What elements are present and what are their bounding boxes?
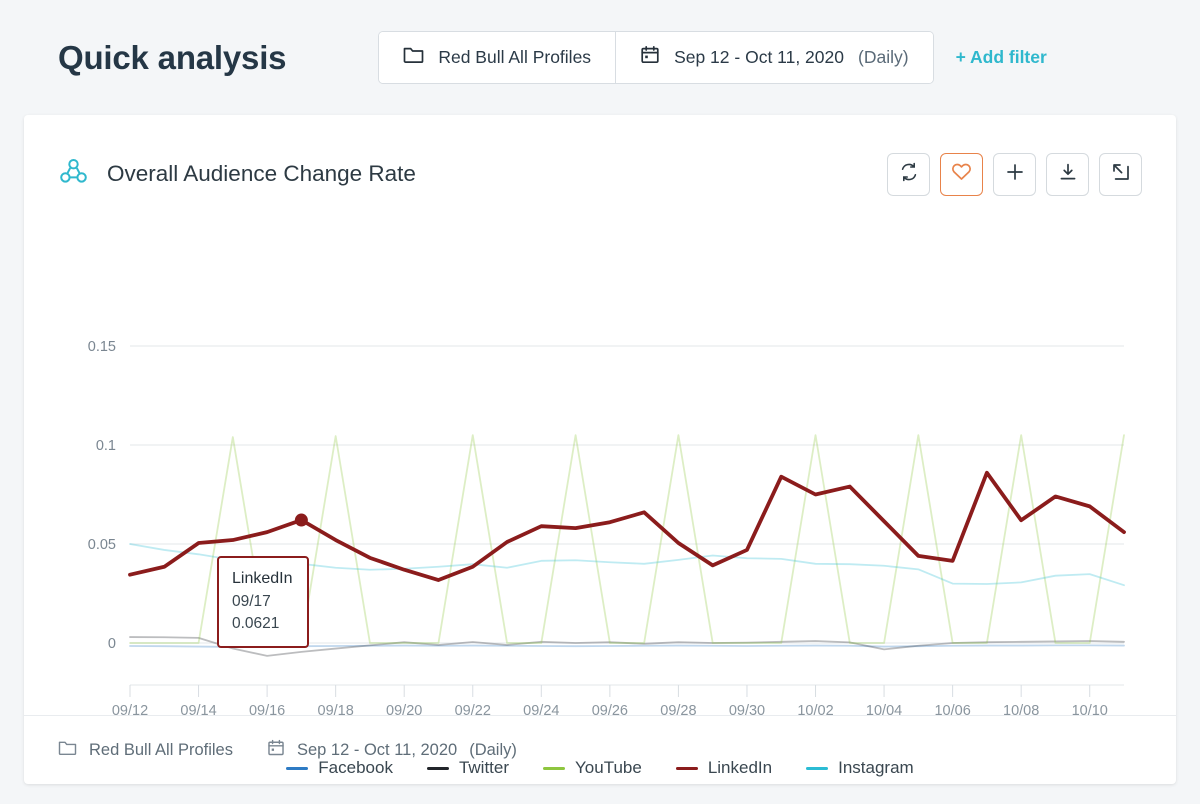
footer-profile: Red Bull All Profiles bbox=[58, 740, 233, 761]
card-header: Overall Audience Change Rate bbox=[24, 115, 1176, 205]
chart-tooltip: LinkedIn 09/17 0.0621 bbox=[217, 556, 309, 648]
svg-text:0: 0 bbox=[108, 636, 116, 652]
folder-icon bbox=[403, 46, 424, 69]
tooltip-series: LinkedIn bbox=[232, 570, 293, 587]
svg-text:0.1: 0.1 bbox=[96, 438, 116, 454]
download-button[interactable] bbox=[1046, 152, 1089, 196]
chart-card: Overall Audience Change Rate 0 0.05 0.1 … bbox=[24, 115, 1176, 784]
profile-filter-label: Red Bull All Profiles bbox=[438, 47, 592, 67]
audience-change-rate-line-chart[interactable]: 00.050.10.1509/12 09/14 09/16 09/18 09/20 09/… bbox=[24, 205, 1176, 750]
filter-group: Red Bull All Profiles Sep 12 - Oct 11, 2… bbox=[378, 31, 934, 84]
date-filter-granularity: (Daily) bbox=[858, 47, 909, 67]
footer-date: Sep 12 - Oct 11, 2020 (Daily) bbox=[267, 739, 517, 762]
heart-icon bbox=[951, 162, 972, 186]
footer-date-granularity: (Daily) bbox=[469, 740, 517, 759]
footer-date-label: Sep 12 - Oct 11, 2020 bbox=[296, 740, 458, 759]
refresh-icon bbox=[899, 162, 919, 187]
calendar-icon bbox=[267, 739, 285, 762]
tooltip-date: 09/17 bbox=[232, 592, 271, 610]
add-button[interactable] bbox=[993, 152, 1036, 196]
footer-profile-label: Red Bull All Profiles bbox=[89, 740, 233, 759]
page-title: Quick analysis bbox=[58, 38, 287, 76]
top-filter-bar: Quick analysis Red Bull All Profiles Sep… bbox=[0, 0, 1200, 115]
download-icon bbox=[1058, 162, 1078, 187]
chart-area: 0 0.05 0.1 0.15 09/12 09/14 09/16 09/18 09/20 09/… bbox=[24, 205, 1176, 778]
card-title: Overall Audience Change Rate bbox=[107, 161, 416, 186]
folder-icon bbox=[58, 740, 77, 761]
date-filter-chip[interactable]: Sep 12 - Oct 11, 2020 (Daily) bbox=[615, 32, 933, 83]
card-action-buttons bbox=[887, 152, 1142, 196]
refresh-button[interactable] bbox=[887, 152, 930, 196]
calendar-icon bbox=[640, 45, 660, 70]
plus-icon bbox=[1005, 162, 1025, 187]
external-link-icon bbox=[1111, 162, 1131, 187]
audience-network-icon bbox=[58, 156, 89, 192]
profile-filter-chip[interactable]: Red Bull All Profiles bbox=[379, 32, 616, 83]
add-filter-button[interactable]: + Add filter bbox=[956, 47, 1047, 68]
svg-text:0.05: 0.05 bbox=[88, 537, 116, 553]
favorite-button[interactable] bbox=[940, 152, 983, 196]
tooltip-value: 0.0621 bbox=[232, 614, 280, 632]
open-external-button[interactable] bbox=[1099, 152, 1142, 196]
card-footer: Red Bull All Profiles Sep 12 - Oct 11, 2… bbox=[24, 715, 1176, 784]
svg-text:0.15: 0.15 bbox=[88, 339, 116, 355]
date-filter-label: Sep 12 - Oct 11, 2020 bbox=[674, 47, 844, 67]
